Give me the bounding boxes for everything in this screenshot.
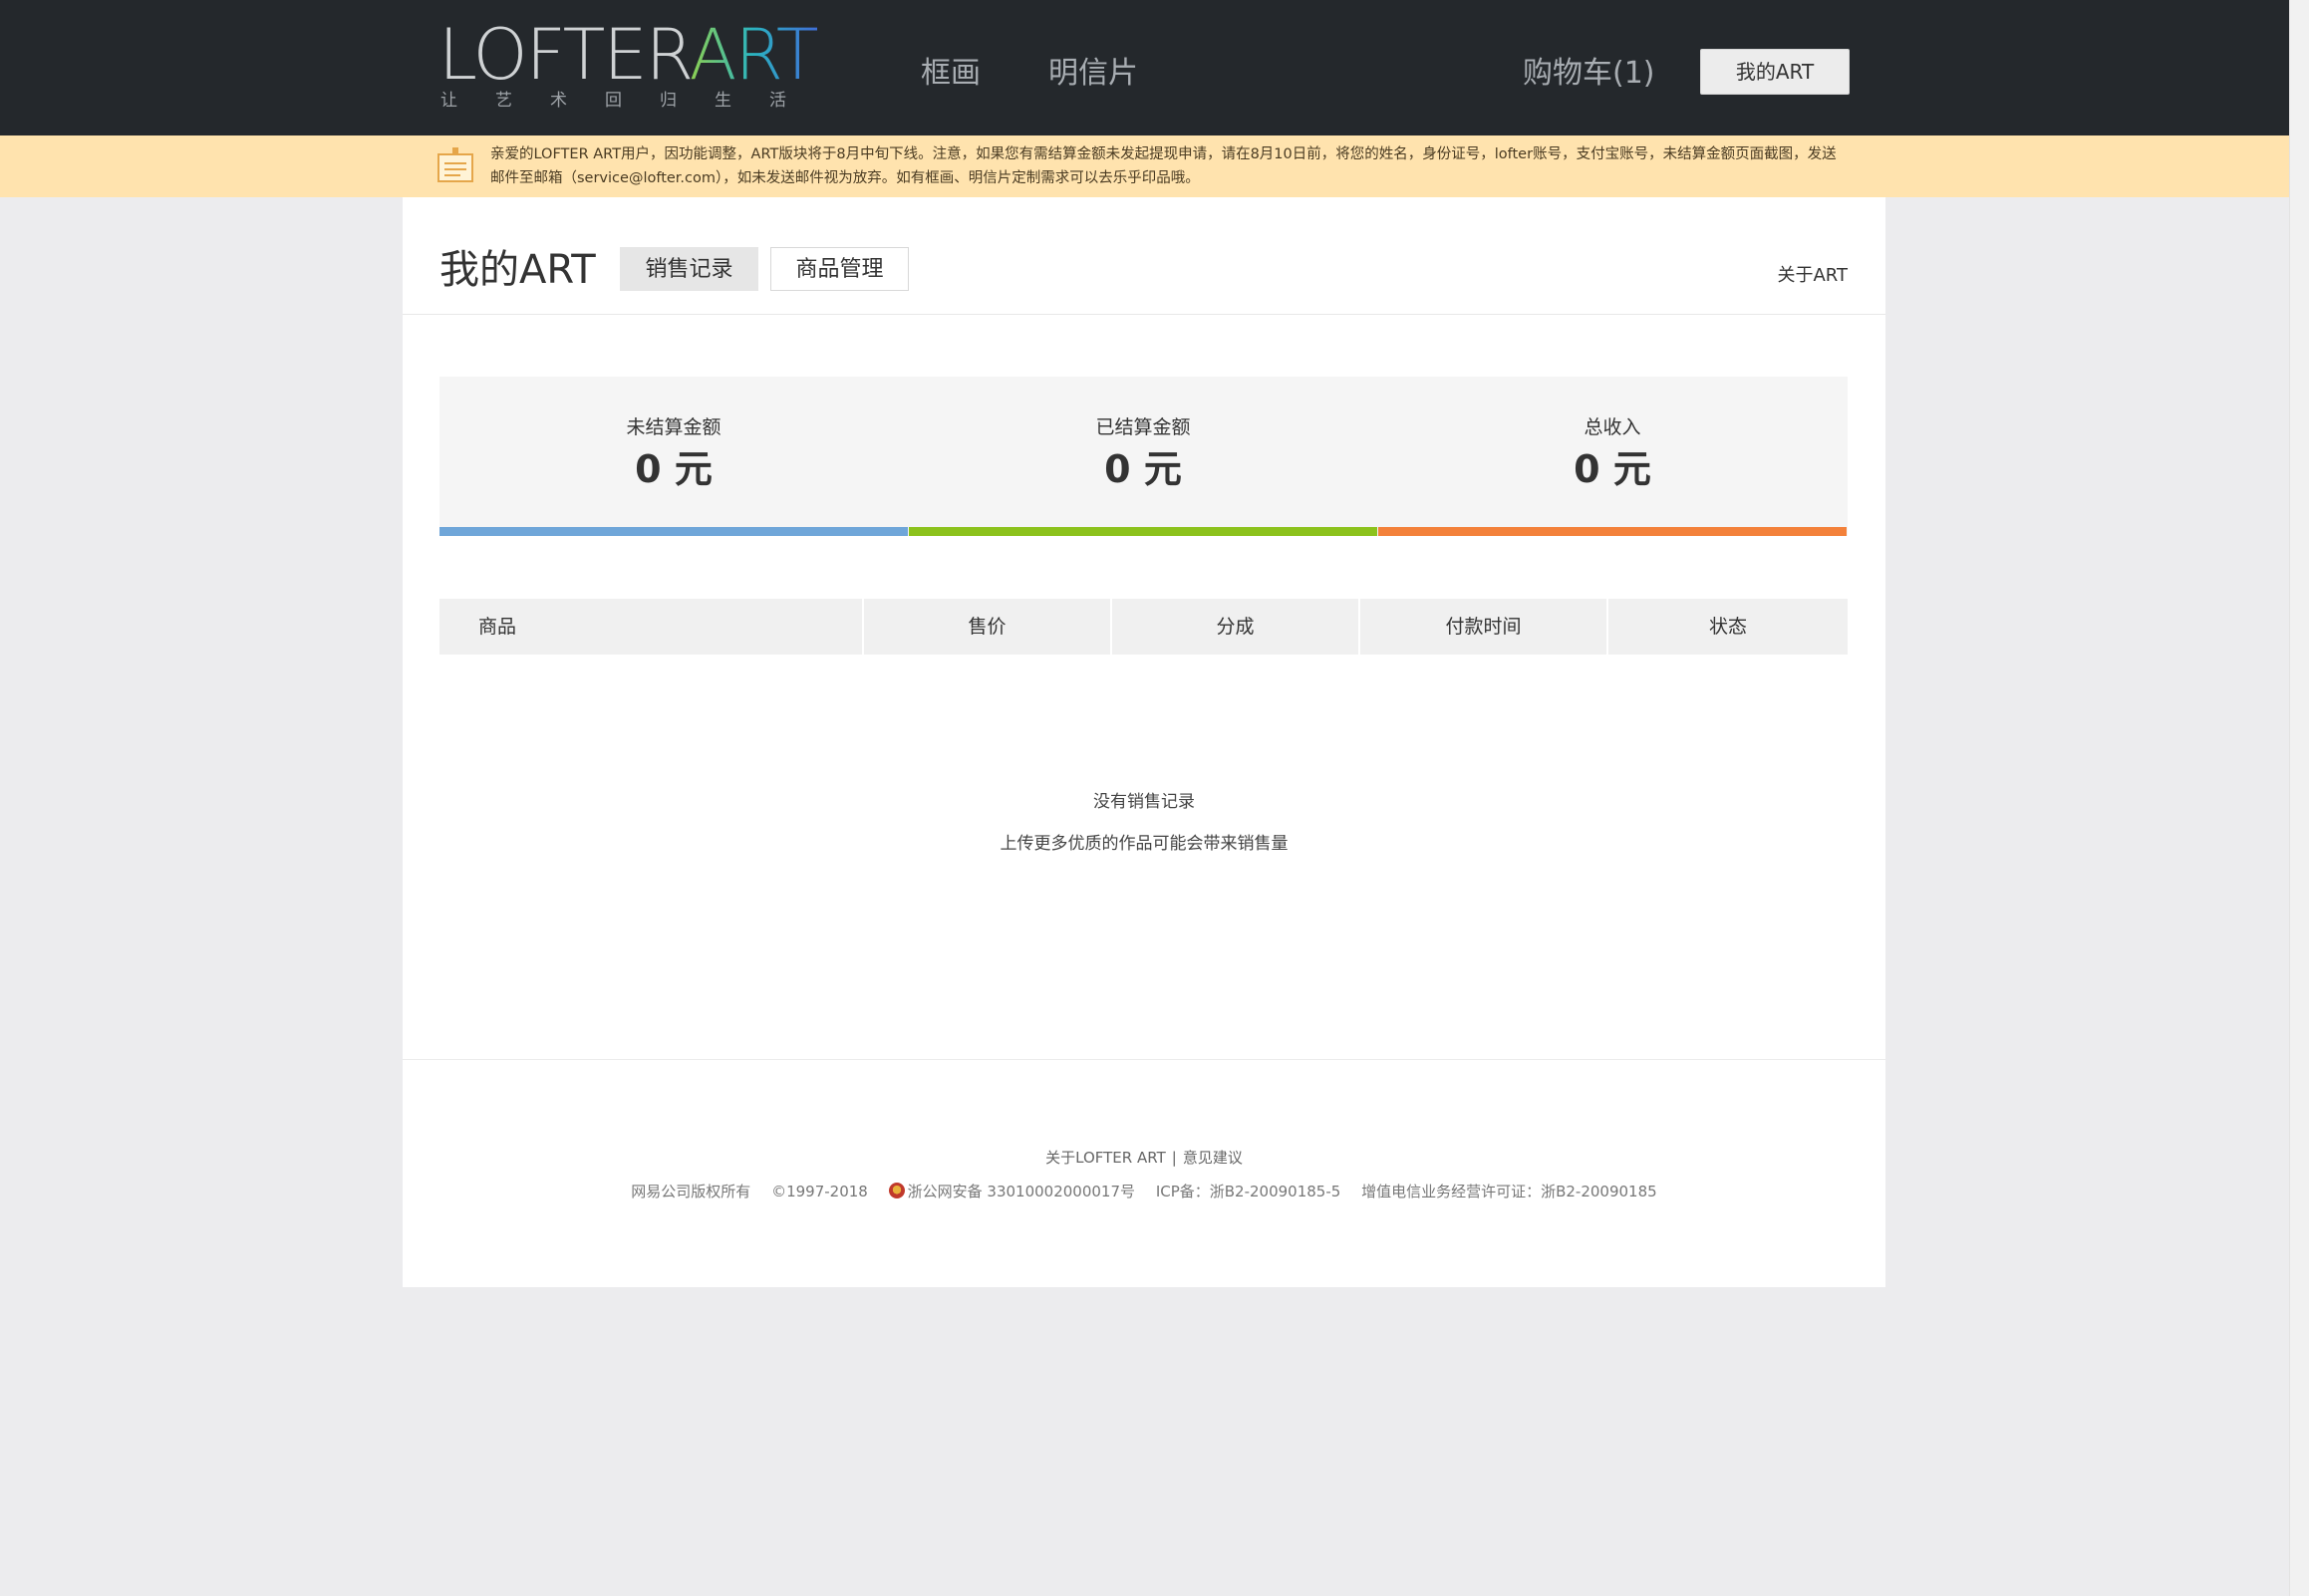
stat-value: 0 元 (635, 447, 713, 491)
sales-table-header: 商品 售价 分成 付款时间 状态 (439, 599, 1848, 655)
nav-framed-art[interactable]: 框画 (921, 48, 981, 92)
icp-record[interactable]: ICP备：浙B2-20090185-5 (1156, 1183, 1341, 1200)
logo-tagline: 让艺术回归生活 (440, 91, 824, 111)
page-header: 我的ART 销售记录 商品管理 关于ART (403, 197, 1885, 315)
main-content-card: 我的ART 销售记录 商品管理 关于ART 未结算金额 0 元 已结算金额 0 … (403, 197, 1885, 1287)
notice-banner: 亲爱的LOFTER ART用户，因功能调整，ART版块将于8月中旬下线。注意，如… (0, 135, 2289, 197)
footer-legal: 网易公司版权所有 ©1997-2018 浙公网安备 33010002000017… (403, 1181, 1885, 1201)
copyright-owner: 网易公司版权所有 (631, 1183, 751, 1200)
notice-text: 亲爱的LOFTER ART用户，因功能调整，ART版块将于8月中旬下线。注意，如… (490, 146, 1837, 186)
logo-wordmark: LOFTERART (438, 14, 819, 96)
column-header-share: 分成 (1110, 599, 1358, 655)
tab-sales-records[interactable]: 销售记录 (620, 247, 758, 291)
footer-links: 关于LOFTER ART | 意见建议 (403, 1147, 1885, 1168)
empty-state-title: 没有销售记录 (1093, 792, 1195, 812)
page-scrollbar[interactable] (2289, 0, 2309, 1596)
lofter-art-logo[interactable]: LOFTERART 让艺术回归生活 (438, 20, 824, 111)
police-record-text: 浙公网安备 33010002000017号 (907, 1183, 1136, 1200)
stat-color-bar (1378, 527, 1847, 536)
unsettled-amount-stat: 未结算金额 0 元 (439, 377, 908, 536)
stat-value: 0 元 (1574, 447, 1651, 491)
footer-about-link[interactable]: 关于LOFTER ART (1045, 1149, 1166, 1167)
top-navigation-bar: LOFTERART 让艺术回归生活 框画 明信片 购物车(1) 我的ART (0, 0, 2289, 135)
stat-value: 0 元 (1104, 447, 1182, 491)
stat-label: 总收入 (1584, 416, 1641, 438)
column-header-price: 售价 (862, 599, 1110, 655)
police-record[interactable]: 浙公网安备 33010002000017号 (888, 1183, 1136, 1200)
telecom-license[interactable]: 增值电信业务经营许可证：浙B2-20090185 (1361, 1183, 1657, 1200)
empty-state-subtitle: 上传更多优质的作品可能会带来销售量 (1000, 834, 1289, 854)
column-header-status: 状态 (1606, 599, 1848, 655)
police-badge-icon (888, 1183, 905, 1198)
tab-product-management[interactable]: 商品管理 (770, 247, 909, 291)
nav-shopping-cart[interactable]: 购物车(1) (1523, 48, 1655, 92)
stat-color-bar (439, 527, 908, 536)
stat-label: 已结算金额 (1095, 416, 1191, 438)
stat-label: 未结算金额 (626, 416, 722, 438)
earnings-summary: 未结算金额 0 元 已结算金额 0 元 总收入 0 元 (439, 377, 1848, 536)
footer: 关于LOFTER ART | 意见建议 网易公司版权所有 ©1997-2018 浙公… (403, 1059, 1885, 1288)
settled-amount-stat: 已结算金额 0 元 (909, 377, 1377, 536)
footer-feedback-link[interactable]: 意见建议 (1183, 1149, 1243, 1167)
footer-separator: | (1171, 1149, 1177, 1167)
total-income-stat: 总收入 0 元 (1378, 377, 1847, 536)
stat-color-bar (909, 527, 1377, 536)
notice-board-icon (437, 147, 473, 182)
column-header-product: 商品 (478, 616, 517, 638)
nav-postcard[interactable]: 明信片 (1048, 48, 1138, 92)
column-header-payment-time: 付款时间 (1358, 599, 1606, 655)
page-title: 我的ART (439, 247, 596, 293)
copyright-years: ©1997-2018 (771, 1183, 868, 1200)
about-art-link[interactable]: 关于ART (1777, 261, 1848, 287)
my-art-button[interactable]: 我的ART (1700, 49, 1850, 95)
